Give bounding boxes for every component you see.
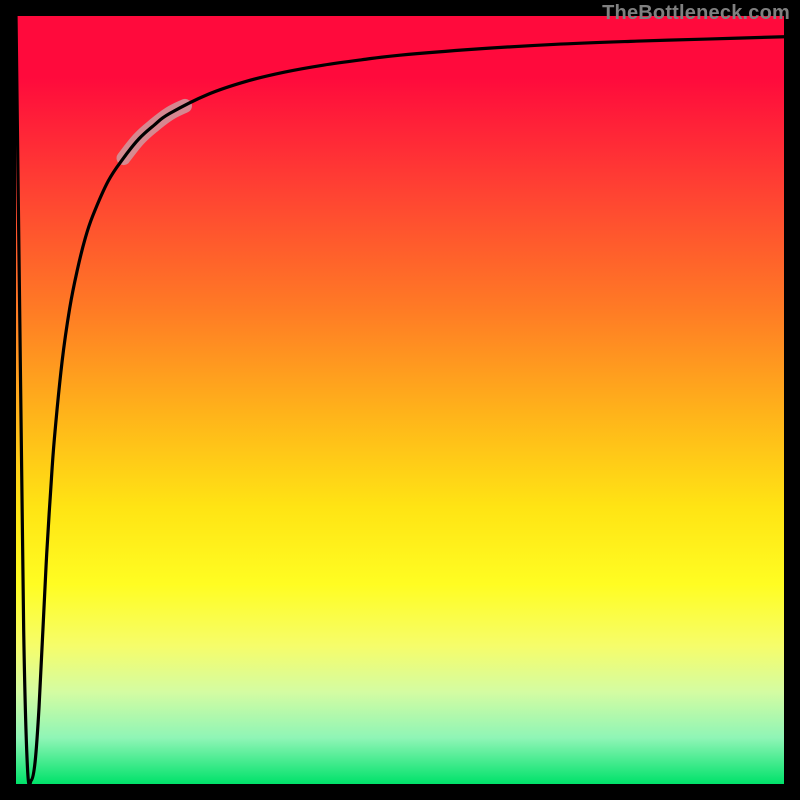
chart-container: TheBottleneck.com bbox=[0, 0, 800, 800]
attribution-text: TheBottleneck.com bbox=[602, 2, 790, 25]
bottleneck-curve bbox=[16, 16, 784, 785]
curve-highlight bbox=[124, 106, 185, 158]
plot-area bbox=[16, 16, 784, 784]
curve-layer bbox=[16, 16, 784, 784]
